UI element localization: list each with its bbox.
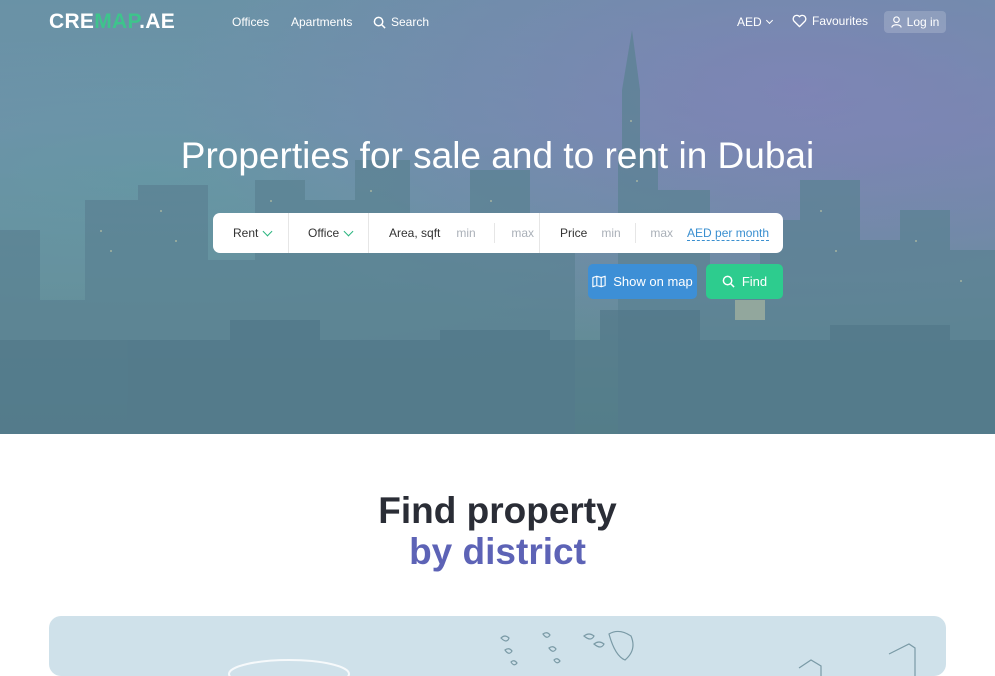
price-unit-selector[interactable]: AED per month	[687, 226, 770, 241]
area-label: Area, sqft	[389, 226, 441, 240]
nav-link-offices[interactable]: Offices	[232, 15, 269, 29]
top-navigation: CREMAP.AE Offices Apartments Search AED …	[0, 0, 995, 44]
heart-icon	[792, 14, 807, 28]
section-title: Find property	[378, 490, 617, 531]
show-on-map-label: Show on map	[613, 274, 693, 289]
hero-section: CREMAP.AE Offices Apartments Search AED …	[0, 0, 995, 434]
hero-title: Properties for sale and to rent in Dubai	[180, 135, 815, 176]
logo-text-right: .AE	[139, 10, 176, 33]
user-icon	[890, 16, 902, 28]
logo-text-left: CRE	[49, 10, 95, 33]
district-map[interactable]	[49, 616, 946, 676]
nav-link-label: Search	[391, 15, 430, 29]
district-map-illustration	[228, 630, 916, 676]
show-on-map-button[interactable]: Show on map	[588, 264, 697, 299]
favourites-link[interactable]: Favourites	[792, 14, 868, 28]
search-bar: Rent Office Area, sqft min max Price min…	[213, 213, 783, 253]
search-icon	[373, 16, 386, 29]
price-min-input[interactable]: min	[601, 226, 621, 240]
price-filter: Price min max AED per month	[540, 213, 783, 253]
section-subtitle: by district	[409, 531, 586, 572]
property-type-dropdown[interactable]: Office	[289, 213, 369, 253]
chevron-down-icon	[262, 226, 273, 236]
nav-link-apartments[interactable]: Apartments	[291, 15, 352, 29]
deal-type-value: Rent	[233, 226, 259, 240]
currency-selector[interactable]: AED	[737, 15, 773, 29]
search-icon	[722, 275, 735, 288]
find-button[interactable]: Find	[706, 264, 783, 299]
site-logo[interactable]: CREMAP.AE	[49, 10, 175, 34]
property-type-value: Office	[308, 226, 340, 240]
map-icon	[592, 275, 606, 288]
find-label: Find	[741, 274, 768, 289]
favourites-label: Favourites	[812, 14, 869, 28]
divider	[635, 223, 637, 243]
area-max-input[interactable]: max	[511, 226, 534, 240]
area-filter: Area, sqft min max	[369, 213, 540, 253]
chevron-down-icon	[765, 16, 773, 25]
nav-link-label: Apartments	[291, 15, 353, 29]
login-label: Log in	[906, 15, 940, 29]
deal-type-dropdown[interactable]: Rent	[213, 213, 289, 253]
area-min-input[interactable]: min	[456, 226, 478, 240]
chevron-down-icon	[343, 226, 354, 236]
logo-text-accent: MAP	[94, 10, 140, 33]
price-label: Price	[560, 226, 588, 240]
nav-link-label: Offices	[232, 15, 270, 29]
divider	[494, 223, 496, 243]
login-button[interactable]: Log in	[884, 11, 946, 33]
nav-link-search[interactable]: Search	[373, 15, 429, 29]
currency-value: AED	[737, 15, 762, 29]
price-max-input[interactable]: max	[650, 226, 673, 240]
